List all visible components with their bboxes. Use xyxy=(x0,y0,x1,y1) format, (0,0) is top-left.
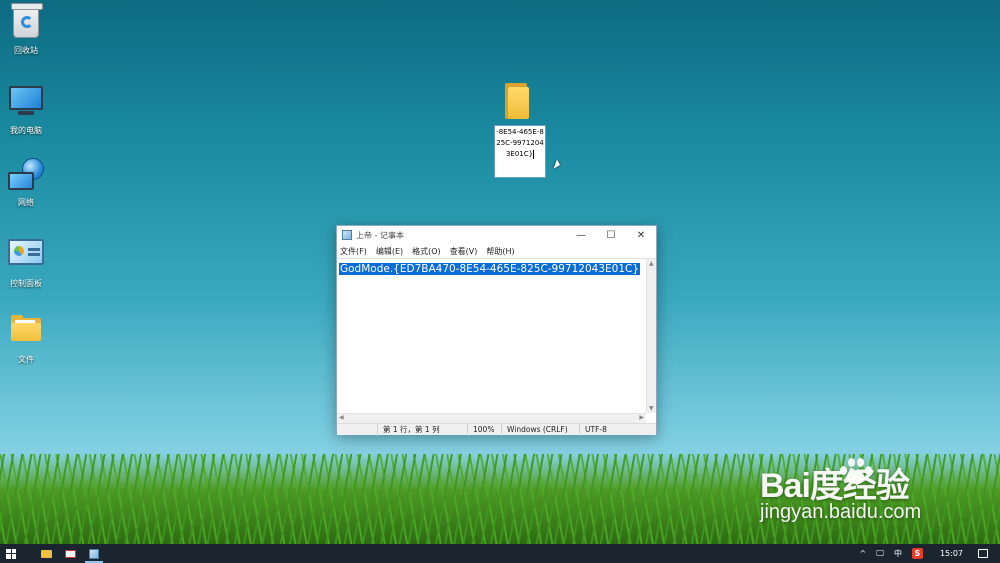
scroll-right-icon[interactable]: ▶ xyxy=(639,414,644,421)
text-caret xyxy=(533,149,535,159)
notepad-icon xyxy=(89,548,99,559)
scroll-up-icon[interactable]: ▲ xyxy=(649,260,654,267)
menu-help[interactable]: 帮助(H) xyxy=(486,246,514,257)
notepad-icon xyxy=(342,230,352,240)
menu-edit[interactable]: 编辑(E) xyxy=(376,246,403,257)
folder-icon[interactable] xyxy=(505,83,529,119)
desktop-icon-label: 网络 xyxy=(18,198,34,207)
scroll-down-icon[interactable]: ▼ xyxy=(649,405,654,412)
computer-icon xyxy=(8,86,44,122)
desktop-icon-files[interactable]: 文件 xyxy=(0,310,52,365)
horizontal-scrollbar[interactable]: ◀ ▶ xyxy=(337,413,646,423)
taskbar-file-explorer[interactable] xyxy=(34,544,58,563)
selected-text[interactable]: GodMode.{ED7BA470-8E54-465E-825C-9971204… xyxy=(339,263,641,275)
mouse-cursor-icon xyxy=(553,159,562,171)
taskbar-mail[interactable] xyxy=(58,544,82,563)
folder-icon xyxy=(8,315,44,351)
status-bar: 第 1 行，第 1 列 100% Windows (CRLF) UTF-8 xyxy=(337,423,656,436)
control-panel-icon xyxy=(8,239,44,275)
rename-text: -8E54-465E-825C-99712043E01C} xyxy=(496,128,544,158)
menu-view[interactable]: 查看(V) xyxy=(450,246,478,257)
sogou-ime-icon[interactable]: S xyxy=(911,548,923,559)
menu-format[interactable]: 格式(O) xyxy=(412,246,441,257)
menu-file[interactable]: 文件(F) xyxy=(340,246,367,257)
desktop-icon-my-computer[interactable]: 我的电脑 xyxy=(0,82,52,136)
desktop-icon-control-panel[interactable]: 控制面板 xyxy=(0,234,52,289)
watermark-url: jingyan.baidu.com xyxy=(760,501,922,523)
close-button[interactable]: ✕ xyxy=(626,226,656,244)
notepad-titlebar[interactable]: 上帝 - 记事本 — ☐ ✕ xyxy=(337,226,656,244)
maximize-button[interactable]: ☐ xyxy=(596,226,626,244)
desktop-icon-label: 文件 xyxy=(18,355,34,364)
recycle-bin-icon xyxy=(8,3,44,42)
taskbar-notepad[interactable] xyxy=(82,544,106,563)
ime-indicator[interactable]: 中 xyxy=(894,548,902,559)
desktop-icon-network[interactable]: 网络 xyxy=(0,158,52,208)
desktop-icon-label: 回收站 xyxy=(14,46,38,55)
tray-chevron-icon[interactable]: ^ xyxy=(860,549,867,558)
scroll-left-icon[interactable]: ◀ xyxy=(339,414,344,421)
mail-icon xyxy=(64,549,76,558)
menu-bar: 文件(F) 编辑(E) 格式(O) 查看(V) 帮助(H) xyxy=(337,244,656,258)
network-icon xyxy=(8,158,44,194)
vertical-scrollbar[interactable]: ▲ ▼ xyxy=(646,259,656,413)
minimize-button[interactable]: — xyxy=(566,226,596,244)
status-zoom: 100% xyxy=(467,423,501,436)
system-tray: ^ 🖵 中 S 15:07 xyxy=(855,544,1000,563)
desktop-icon-label: 控制面板 xyxy=(10,279,42,288)
text-area[interactable]: GodMode.{ED7BA470-8E54-465E-825C-9971204… xyxy=(337,259,646,413)
folder-rename-input[interactable]: -8E54-465E-825C-99712043E01C} xyxy=(494,125,546,178)
status-line-ending: Windows (CRLF) xyxy=(501,423,579,436)
status-position: 第 1 行，第 1 列 xyxy=(377,423,467,436)
windows-logo-icon xyxy=(6,548,16,559)
clock[interactable]: 15:07 xyxy=(940,549,963,558)
network-tray-icon[interactable]: 🖵 xyxy=(876,549,884,559)
notepad-window[interactable]: 上帝 - 记事本 — ☐ ✕ 文件(F) 编辑(E) 格式(O) 查看(V) 帮… xyxy=(336,225,657,436)
desktop-icon-label: 我的电脑 xyxy=(10,126,42,135)
window-title: 上帝 - 记事本 xyxy=(356,230,404,240)
desktop: 回收站 我的电脑 网络 控制面板 文件 -8E54-465E-825C-9971… xyxy=(0,0,1000,544)
paw-icon xyxy=(838,456,872,486)
start-button[interactable] xyxy=(0,544,22,563)
baidu-watermark: Bai度经验 jingyan.baidu.com xyxy=(760,458,921,524)
taskbar: ^ 🖵 中 S 15:07 xyxy=(0,544,1000,563)
notification-icon[interactable] xyxy=(978,549,988,558)
desktop-icon-recycle-bin[interactable]: 回收站 xyxy=(0,3,52,56)
file-explorer-icon xyxy=(40,549,52,558)
status-encoding: UTF-8 xyxy=(579,423,656,436)
editor[interactable]: GodMode.{ED7BA470-8E54-465E-825C-9971204… xyxy=(337,258,656,444)
